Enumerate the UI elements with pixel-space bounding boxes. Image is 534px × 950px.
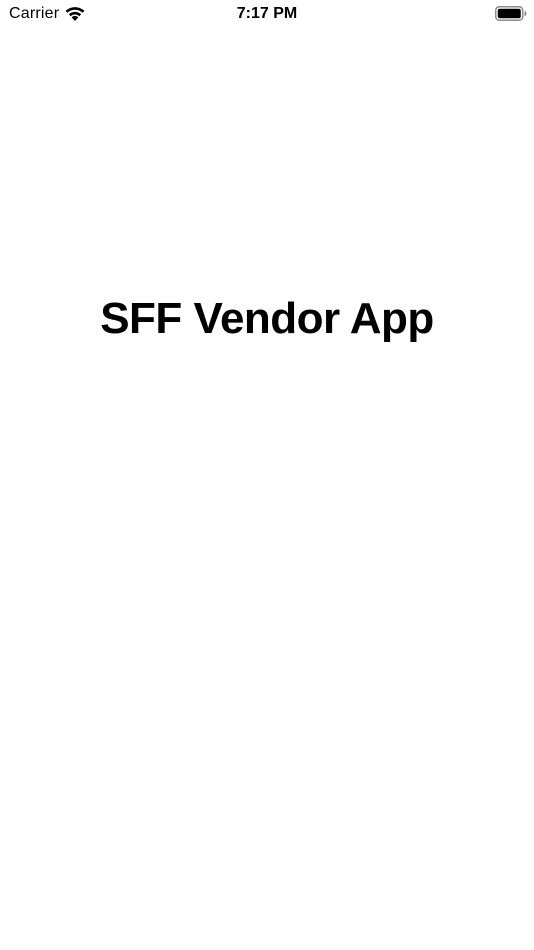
status-time: 7:17 PM [236, 5, 298, 22]
battery-icon [495, 6, 527, 21]
status-bar: Carrier 7:17 PM [0, 0, 534, 28]
app-title: SFF Vendor App [100, 294, 434, 343]
